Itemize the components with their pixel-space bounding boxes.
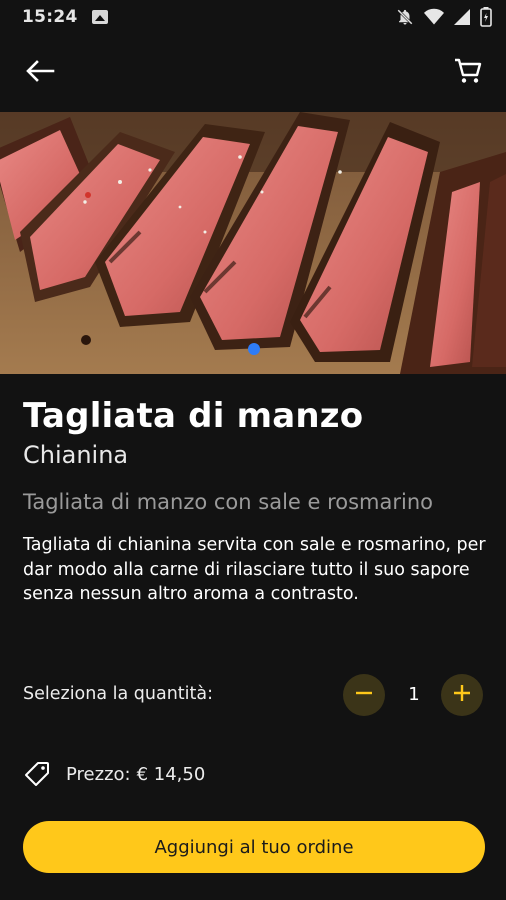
product-title: Tagliata di manzo <box>23 396 364 436</box>
status-icons <box>396 7 492 27</box>
product-description: Tagliata di chianina servita con sale e … <box>23 535 486 604</box>
arrow-left-icon <box>25 59 55 87</box>
battery-icon <box>480 7 492 27</box>
add-to-order-button[interactable]: Aggiungi al tuo ordine <box>23 821 485 873</box>
quantity-increase-button[interactable] <box>441 674 483 716</box>
product-short-description: Tagliata di manzo con sale e rosmarino <box>23 490 434 514</box>
price-value: € 14,50 <box>136 763 206 785</box>
wifi-icon <box>424 8 444 26</box>
quantity-label: Seleziona la quantità: <box>23 684 214 704</box>
cart-icon <box>453 56 483 90</box>
cart-button[interactable] <box>448 53 488 93</box>
status-bar: 15:24 <box>0 0 506 34</box>
quantity-decrease-button[interactable] <box>343 674 385 716</box>
notifications-off-icon <box>396 8 414 26</box>
status-time: 15:24 <box>22 7 78 27</box>
back-button[interactable] <box>20 53 60 93</box>
toolbar <box>0 34 506 112</box>
gallery-icon <box>91 10 108 24</box>
price-row: Prezzo: € 14,50 <box>23 760 205 788</box>
product-detail-screen: 15:24 Tagliata di manzo Chianina Tagliat… <box>0 0 506 900</box>
minus-icon <box>354 683 374 707</box>
plus-icon <box>452 683 472 707</box>
signal-icon <box>454 9 470 25</box>
carousel-dot[interactable] <box>248 343 260 355</box>
product-subtitle: Chianina <box>23 441 129 469</box>
quantity-value: 1 <box>408 684 420 705</box>
price-label: Prezzo: <box>66 763 131 785</box>
tag-icon <box>23 760 51 788</box>
product-image[interactable] <box>0 112 506 374</box>
